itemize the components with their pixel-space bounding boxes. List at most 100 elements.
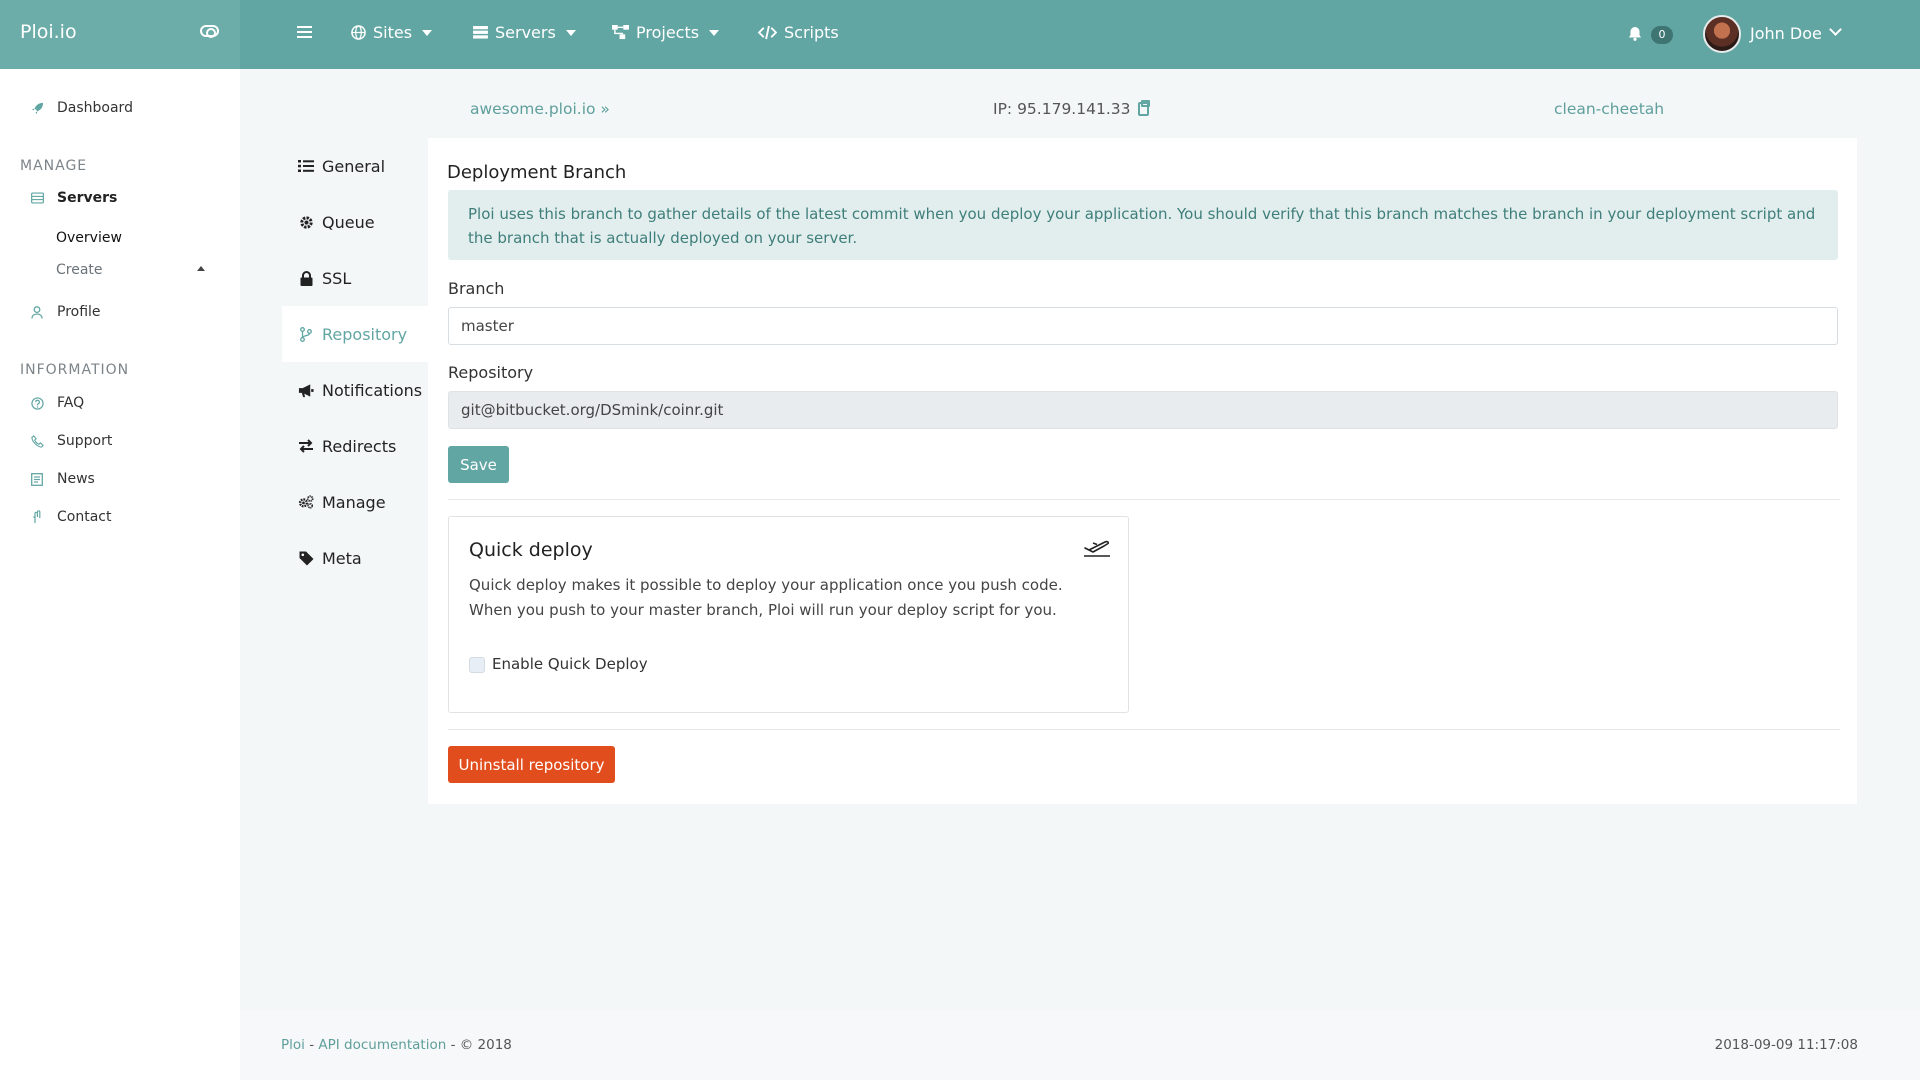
subnav-item-queue[interactable]: Queue (282, 194, 428, 250)
chevron-down-icon[interactable] (1829, 23, 1842, 36)
subnav-item-label: Manage (322, 492, 386, 512)
server-ip: IP: 95.179.141.33 (993, 100, 1151, 118)
enable-quick-deploy-checkbox[interactable] (469, 657, 485, 673)
subnav-item-general[interactable]: General (282, 138, 428, 194)
question-icon (30, 396, 44, 410)
subnav-item-ssl[interactable]: SSL (282, 250, 428, 306)
nav-projects-label: Projects (636, 23, 700, 42)
sidebar-toggle-icon[interactable] (200, 25, 219, 38)
footer-ploi-link[interactable]: Ploi (281, 1037, 305, 1053)
subnav-item-label: SSL (322, 268, 352, 288)
breadcrumb-site-link[interactable]: awesome.ploi.io » (470, 100, 610, 118)
footer-copyright: - © 2018 (446, 1037, 512, 1053)
branch-label: Branch (448, 279, 505, 298)
quick-deploy-description: Quick deploy makes it possible to deploy… (469, 576, 1063, 619)
footer-timestamp: 2018-09-09 11:17:08 (1714, 1037, 1858, 1053)
angle-double-right-icon: » (600, 100, 610, 118)
sidebar-item-label: Servers (57, 190, 118, 206)
caret-up-icon[interactable] (197, 266, 205, 271)
code-icon (758, 25, 777, 40)
sidebar-item-label: Dashboard (57, 100, 133, 116)
sidebar-item-support[interactable]: Support (30, 433, 112, 449)
top-navbar: Ploi.io Sites Servers Projects Scripts 0… (0, 0, 1920, 69)
sidebar-item-news[interactable]: News (30, 471, 95, 487)
server-icon (473, 26, 488, 39)
sidebar-item-dashboard[interactable]: Dashboard (30, 100, 133, 116)
subnav-item-label: Notifications (322, 380, 423, 400)
sidebar-item-label: Support (57, 433, 113, 449)
quick-deploy-card: Quick deploy Quick deploy makes it possi… (448, 516, 1129, 713)
code-branch-icon (298, 326, 314, 342)
nav-sites-label: Sites (373, 23, 413, 42)
save-button[interactable]: Save (448, 446, 509, 483)
menu-icon[interactable] (297, 26, 312, 38)
server-ip-label: IP: 95.179.141.33 (993, 100, 1131, 118)
sidebar-item-contact[interactable]: Contact (30, 509, 111, 525)
breadcrumb-server-link[interactable]: clean-cheetah (1554, 100, 1664, 118)
quick-deploy-title: Quick deploy (469, 539, 593, 561)
nav-servers-label: Servers (495, 23, 556, 42)
chevron-down-icon (565, 29, 576, 36)
sidebar-item-label: FAQ (57, 395, 85, 411)
brand-logo[interactable]: Ploi.io (20, 21, 77, 43)
nav-scripts[interactable]: Scripts (758, 23, 839, 42)
cog-icon (298, 215, 314, 230)
subnav-item-manage[interactable]: Manage (282, 474, 428, 530)
rocket-icon (30, 102, 44, 115)
phone-icon (30, 434, 44, 448)
plane-departure-icon (1083, 535, 1111, 557)
sidebar-heading-information: INFORMATION (20, 362, 130, 378)
sidebar-subitem-create[interactable]: Create (56, 262, 103, 278)
repository-input[interactable]: git@bitbucket.org/DSmink/coinr.git (448, 391, 1838, 429)
nav-projects[interactable]: Projects (612, 23, 720, 42)
subnav-item-label: Meta (322, 548, 362, 568)
server-icon (30, 192, 44, 204)
brand-area: Ploi.io (0, 0, 240, 69)
sidebar-item-profile[interactable]: Profile (30, 304, 101, 320)
newspaper-icon (30, 472, 44, 486)
subnav-item-label: Repository (322, 324, 408, 344)
globe-icon (351, 25, 366, 40)
subnav-item-repository[interactable]: Repository (282, 306, 430, 362)
nav-sites[interactable]: Sites (351, 23, 433, 42)
sidebar-item-faq[interactable]: FAQ (30, 395, 84, 411)
hand-icon (30, 510, 44, 524)
user-name[interactable]: John Doe (1750, 24, 1822, 43)
section-title: Deployment Branch (447, 162, 627, 183)
clipboard-icon[interactable] (1138, 100, 1151, 116)
footer-credits: Ploi - API documentation - © 2018 (281, 1037, 512, 1053)
sidebar: Dashboard MANAGE Servers Overview Create… (0, 69, 240, 1080)
bell-icon[interactable] (1628, 26, 1642, 41)
chevron-down-icon (422, 29, 433, 36)
exchange-icon (298, 439, 314, 453)
subnav-item-meta[interactable]: Meta (282, 530, 428, 586)
subnav-item-label: Queue (322, 212, 375, 232)
uninstall-repository-button[interactable]: Uninstall repository (448, 746, 615, 783)
sidebar-subitem-overview[interactable]: Overview (56, 230, 122, 246)
notification-badge[interactable]: 0 (1651, 26, 1673, 44)
chevron-down-icon (709, 29, 720, 36)
info-alert: Ploi uses this branch to gather details … (448, 190, 1838, 260)
footer-api-docs-link[interactable]: API documentation (318, 1037, 446, 1053)
breadcrumb-site-label: awesome.ploi.io (470, 100, 596, 118)
nav-servers[interactable]: Servers (473, 23, 576, 42)
avatar[interactable] (1703, 15, 1741, 53)
bullhorn-icon (298, 383, 314, 398)
sidebar-item-servers[interactable]: Servers (30, 190, 117, 206)
footer: Ploi - API documentation - © 2018 2018-0… (240, 1010, 1920, 1080)
tag-icon (298, 551, 314, 566)
nav-scripts-label: Scripts (784, 23, 839, 42)
footer-separator: - (304, 1037, 319, 1053)
lock-icon (298, 270, 314, 286)
sidebar-heading-manage: MANAGE (20, 158, 88, 174)
subnav-item-notifications[interactable]: Notifications (282, 362, 428, 418)
cogs-icon (298, 494, 314, 510)
user-icon (30, 305, 44, 319)
sidebar-item-label: Profile (57, 304, 101, 320)
sidebar-item-label: News (57, 471, 95, 487)
enable-quick-deploy-label[interactable]: Enable Quick Deploy (492, 655, 648, 673)
repository-label: Repository (448, 363, 534, 382)
subnav-item-label: Redirects (322, 436, 397, 456)
subnav-item-redirects[interactable]: Redirects (282, 418, 428, 474)
branch-input[interactable]: master (448, 307, 1838, 345)
